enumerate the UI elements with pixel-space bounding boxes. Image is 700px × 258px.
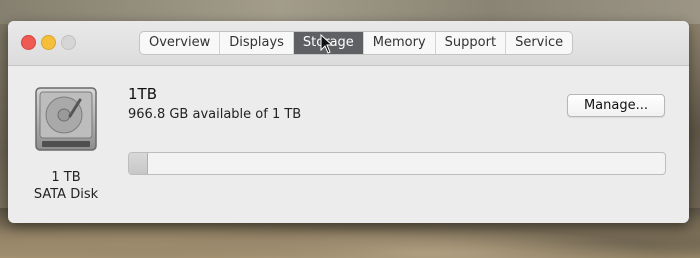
disk-name: 1TB (128, 85, 157, 103)
about-this-mac-window: Overview Displays Storage Memory Support… (8, 21, 689, 223)
minimize-window-button[interactable] (41, 35, 56, 50)
mouse-pointer-icon (320, 34, 334, 54)
storage-panel: 1 TB SATA Disk 1TB 966.8 GB available of… (8, 66, 689, 223)
storage-used-segment (129, 153, 149, 174)
tab-overview[interactable]: Overview (140, 32, 221, 54)
tab-support[interactable]: Support (436, 32, 507, 54)
manage-button[interactable]: Manage... (567, 94, 665, 117)
window-titlebar: Overview Displays Storage Memory Support… (8, 21, 689, 66)
tab-displays[interactable]: Displays (220, 32, 294, 54)
storage-usage-bar (128, 152, 666, 175)
disk-size-label: 1 TB (51, 170, 81, 185)
disk-available-text: 966.8 GB available of 1 TB (128, 107, 302, 122)
disk-caption: 1 TB SATA Disk (16, 169, 116, 203)
section-tabs: Overview Displays Storage Memory Support… (139, 31, 574, 55)
close-window-button[interactable] (21, 35, 36, 50)
zoom-window-button[interactable] (61, 35, 76, 50)
tab-memory[interactable]: Memory (364, 32, 436, 54)
hard-drive-icon (34, 86, 98, 156)
tab-service[interactable]: Service (506, 32, 572, 54)
disk-type-label: SATA Disk (33, 187, 99, 202)
